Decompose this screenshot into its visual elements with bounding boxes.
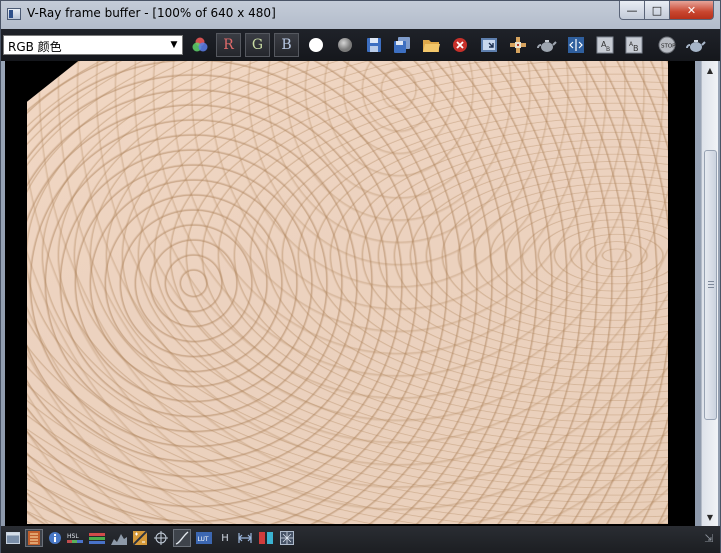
window-title: V-Ray frame buffer - [100% of 640 x 480] [27, 6, 276, 20]
compare-icon [568, 37, 584, 53]
list-icon [28, 531, 40, 545]
save-image-button[interactable] [363, 34, 385, 56]
green-channel-label: G [251, 37, 264, 53]
history-a-button[interactable]: AB [594, 34, 616, 56]
stereo-icon [259, 532, 273, 544]
save-all-icon [394, 37, 410, 53]
hsl-button[interactable]: HSL [67, 530, 83, 546]
grid-icon [280, 531, 294, 545]
hsl-icon: HSL [67, 533, 83, 543]
history-b-icon: AB [625, 36, 643, 54]
stop-icon: STOP [658, 36, 676, 54]
link-icon [510, 37, 526, 53]
hsv-label: H [221, 532, 229, 544]
red-channel-toggle[interactable]: R [216, 33, 241, 57]
lut-icon: LUT [196, 532, 212, 544]
monochrome-button[interactable] [334, 34, 356, 56]
curve-icon [175, 531, 189, 545]
minimize-icon: — [626, 3, 638, 17]
track-mouse-button[interactable] [507, 34, 529, 56]
duplicate-to-mfb-button[interactable] [478, 34, 500, 56]
bottom-toolbar: HSL LUT H ⇲ [1, 526, 720, 553]
render-button[interactable] [685, 34, 707, 56]
rendered-image [27, 61, 668, 524]
bracket-icon [238, 533, 252, 543]
panel-icon [6, 532, 20, 544]
stop-render-button[interactable]: STOP [656, 34, 678, 56]
lut-button[interactable]: LUT [196, 530, 212, 546]
pixel-info-button[interactable] [153, 530, 169, 546]
hsv-button[interactable]: H [217, 530, 233, 546]
channel-dropdown-value: RGB 颜色 [8, 40, 62, 54]
resize-grip-icon[interactable]: ⇲ [702, 530, 716, 546]
info-icon [49, 532, 61, 544]
grip-icon [708, 281, 714, 288]
history-a-icon: AB [596, 36, 614, 54]
open-icon [423, 40, 440, 52]
minimize-button[interactable]: — [619, 1, 645, 20]
region-icon [481, 38, 497, 52]
view-alpha-button[interactable] [305, 34, 327, 56]
color-picker-button[interactable] [189, 34, 211, 56]
clear-image-button[interactable] [449, 34, 471, 56]
color-picker-icon [192, 37, 208, 52]
color-corrections-button[interactable] [25, 529, 43, 547]
svg-text:B: B [633, 44, 639, 53]
title-bar[interactable]: V-Ray frame buffer - [100% of 640 x 480]… [1, 1, 720, 29]
green-channel-toggle[interactable]: G [245, 33, 270, 57]
info-button[interactable] [47, 530, 63, 546]
levels-button[interactable] [89, 530, 105, 546]
stereo-button[interactable] [258, 530, 274, 546]
scroll-up-arrow-icon[interactable]: ▲ [702, 62, 718, 78]
exposure-button[interactable] [132, 530, 148, 546]
svg-text:HSL: HSL [67, 533, 79, 540]
histogram-icon [111, 534, 127, 545]
history-b-button[interactable]: AB [623, 34, 645, 56]
scrollbar-thumb[interactable] [704, 150, 717, 420]
teapot-icon [537, 40, 557, 52]
vertical-scrollbar[interactable]: ▲ ▼ [701, 61, 718, 526]
render-teapot-icon [686, 40, 706, 52]
close-button[interactable]: ✕ [670, 1, 714, 20]
levels-icon [89, 533, 105, 544]
ab-compare-button[interactable] [565, 34, 587, 56]
curve-correction-button[interactable] [173, 529, 191, 547]
main-toolbar: RGB 颜色 ▼ R G B A B A B STOP [1, 29, 720, 61]
show-history-button[interactable] [5, 530, 21, 546]
svg-text:LUT: LUT [198, 536, 209, 543]
channel-dropdown[interactable]: RGB 颜色 ▼ [3, 35, 183, 55]
window-controls: — □ ✕ [619, 1, 714, 20]
svg-text:B: B [606, 46, 610, 53]
blue-channel-toggle[interactable]: B [274, 33, 299, 57]
exposure-icon [133, 531, 147, 545]
svg-text:STOP: STOP [661, 44, 676, 50]
load-image-button[interactable] [420, 34, 442, 56]
app-icon[interactable] [7, 8, 21, 20]
white-circle-icon [309, 38, 323, 52]
render-viewport[interactable] [5, 61, 695, 526]
save-icon [367, 38, 381, 52]
blue-channel-label: B [281, 37, 292, 53]
chevron-down-icon: ▼ [170, 40, 178, 50]
save-all-button[interactable] [391, 34, 413, 56]
maximize-button[interactable]: □ [645, 1, 670, 20]
gray-circle-icon [338, 38, 352, 52]
vfb-window: V-Ray frame buffer - [100% of 640 x 480]… [0, 0, 721, 553]
maximize-icon: □ [651, 3, 663, 17]
clear-icon [453, 38, 467, 52]
grid-button[interactable] [279, 530, 295, 546]
red-channel-label: R [223, 37, 234, 53]
scroll-down-arrow-icon[interactable]: ▼ [702, 509, 718, 525]
curve-button[interactable] [111, 530, 127, 546]
close-icon: ✕ [686, 3, 697, 17]
render-last-button[interactable] [536, 34, 558, 56]
crosshair-icon [154, 531, 168, 545]
lens-effects-button[interactable] [237, 530, 253, 546]
